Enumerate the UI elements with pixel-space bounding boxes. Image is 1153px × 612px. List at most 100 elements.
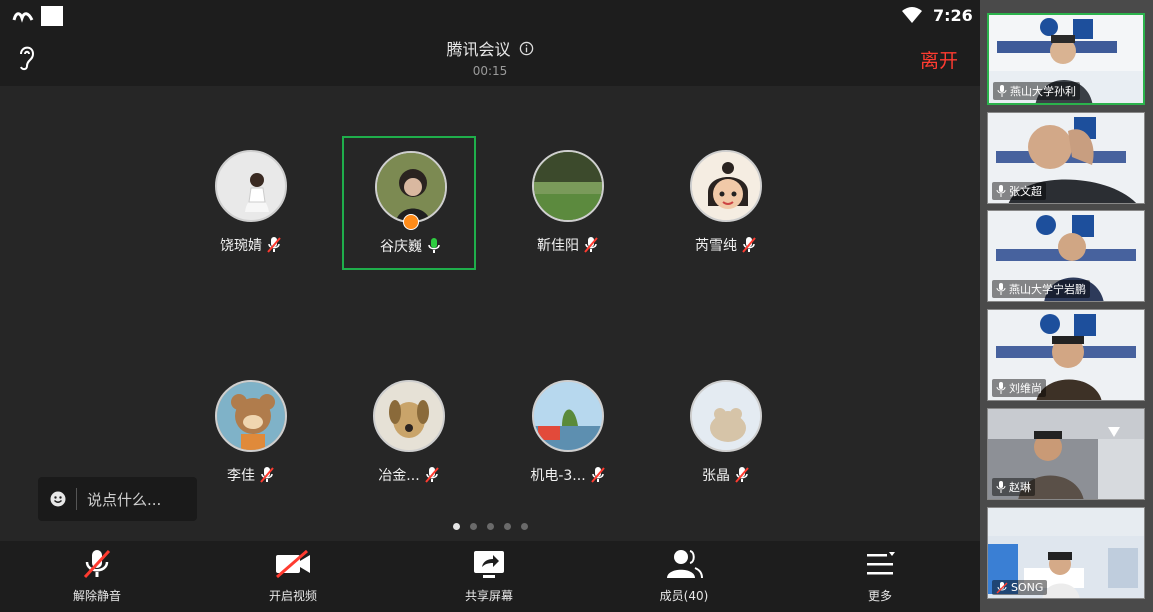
mic-muted-icon [267, 237, 281, 253]
tile-name: 燕山大学孙利 [1010, 85, 1076, 98]
meeting-title: 腾讯会议 [446, 40, 511, 59]
notification-icon [12, 12, 34, 23]
members-icon [667, 550, 703, 579]
chat-input[interactable]: 说点什么... [38, 477, 197, 521]
mic-icon [997, 85, 1007, 97]
participant-label: 李佳 [184, 465, 318, 485]
more-menu-icon [867, 552, 895, 575]
members-button[interactable]: 成员(40) [624, 541, 744, 612]
participant-card[interactable]: 机电-3... [501, 367, 635, 501]
participant-label: 张晶 [659, 465, 793, 485]
video-off-icon [276, 549, 310, 579]
avatar [690, 150, 762, 222]
participant-name: 冶金... [378, 468, 420, 484]
mic-muted-icon [590, 467, 605, 483]
participant-card[interactable]: 芮雪纯 [659, 137, 793, 271]
page-dot[interactable] [520, 523, 528, 530]
status-bar: 7:26 [0, 0, 980, 32]
tile-name: 燕山大学宁岩鹏 [1009, 283, 1086, 296]
bottom-toolbar: 解除静音 开启视频 共享屏幕 成员(40) 更多 [0, 541, 980, 612]
participant-card[interactable]: 谷庆巍 [342, 136, 476, 270]
participant-name: 靳佳阳 [537, 238, 579, 254]
participant-card[interactable]: 张晶 [659, 367, 793, 501]
video-sidebar: 燕山大学孙利 张文超 燕山大学宁岩鹏 刘维尚 赵琳 SONG [980, 0, 1153, 612]
mic-muted-icon [735, 467, 749, 483]
title-area: 腾讯会议 00:15 [0, 36, 980, 78]
page-indicator [0, 523, 980, 530]
mic-muted-icon [424, 467, 439, 483]
chat-placeholder: 说点什么... [87, 490, 162, 509]
status-time: 7:26 [933, 6, 973, 25]
mic-active-icon [428, 238, 440, 253]
participant-card[interactable]: 冶金... [342, 367, 476, 501]
video-tile[interactable]: 张文超 [987, 112, 1145, 204]
avatar [215, 380, 287, 452]
participant-label: 芮雪纯 [659, 235, 793, 255]
mic-icon [996, 382, 1006, 394]
mic-icon [996, 185, 1006, 197]
participant-label: 冶金... [342, 465, 476, 485]
tile-name-badge: 刘维尚 [992, 379, 1046, 397]
mic-muted-icon [584, 237, 598, 253]
share-screen-icon [474, 551, 504, 578]
tile-name: SONG [1011, 581, 1044, 594]
tile-name-badge: 张文超 [992, 182, 1046, 200]
participant-name: 机电-3... [530, 468, 586, 484]
unmute-label: 解除静音 [72, 589, 121, 603]
participant-name: 李佳 [227, 468, 255, 484]
avatar [690, 380, 762, 452]
start-video-label: 开启视频 [268, 589, 317, 603]
mic-muted-icon [996, 581, 1008, 594]
page-dot[interactable] [486, 523, 494, 530]
members-label: 成员(40) [659, 589, 709, 603]
wifi-icon [902, 7, 922, 23]
mic-muted-icon [742, 237, 756, 253]
tile-name: 赵琳 [1009, 481, 1031, 494]
video-tile[interactable]: 刘维尚 [987, 309, 1145, 401]
participant-card[interactable]: 饶琬婧 [184, 137, 318, 271]
more-label: 更多 [867, 589, 892, 603]
avatar [373, 380, 445, 452]
participant-name: 芮雪纯 [695, 238, 737, 254]
start-video-button[interactable]: 开启视频 [233, 541, 353, 612]
participant-card[interactable]: 靳佳阳 [501, 137, 635, 271]
video-tile[interactable]: SONG [987, 507, 1145, 599]
leave-button[interactable]: 离开 [920, 46, 958, 73]
tile-name-badge: SONG [992, 580, 1048, 595]
host-badge-icon [403, 214, 419, 230]
tile-name-badge: 燕山大学孙利 [993, 82, 1080, 100]
mic-muted-icon [260, 467, 274, 483]
emoji-icon[interactable] [50, 491, 66, 507]
info-icon[interactable] [519, 41, 534, 56]
participant-label: 靳佳阳 [501, 235, 635, 255]
tile-name: 刘维尚 [1009, 382, 1042, 395]
tile-name: 张文超 [1009, 185, 1042, 198]
tile-name-badge: 燕山大学宁岩鹏 [992, 280, 1090, 298]
share-screen-button[interactable]: 共享屏幕 [429, 541, 549, 612]
avatar [532, 380, 604, 452]
participant-label: 谷庆巍 [344, 236, 478, 256]
participant-name: 谷庆巍 [380, 239, 422, 255]
page-dot[interactable] [503, 523, 511, 530]
mic-icon [996, 481, 1006, 493]
participant-card[interactable]: 李佳 [184, 367, 318, 501]
meeting-main: 7:26 腾讯会议 00:15 离开 饶琬婧 谷庆巍 靳佳阳 芮雪纯 李佳 冶金… [0, 0, 980, 612]
page-dot[interactable] [452, 523, 460, 530]
unmute-button[interactable]: 解除静音 [37, 541, 157, 612]
video-tile[interactable]: 赵琳 [987, 408, 1145, 500]
app-square-icon [41, 6, 63, 26]
avatar [532, 150, 604, 222]
page-dot[interactable] [469, 523, 477, 530]
participant-label: 饶琬婧 [184, 235, 318, 255]
participant-label: 机电-3... [501, 465, 635, 485]
more-button[interactable]: 更多 [820, 541, 940, 612]
video-tile[interactable]: 燕山大学孙利 [987, 13, 1145, 105]
share-screen-label: 共享屏幕 [464, 589, 513, 603]
meeting-title-row[interactable]: 腾讯会议 [446, 36, 533, 60]
meeting-timer: 00:15 [472, 64, 508, 78]
participant-name: 张晶 [702, 468, 730, 484]
video-tile[interactable]: 燕山大学宁岩鹏 [987, 210, 1145, 302]
participant-name: 饶琬婧 [220, 238, 262, 254]
tile-name-badge: 赵琳 [992, 478, 1035, 496]
chat-divider [76, 488, 77, 510]
